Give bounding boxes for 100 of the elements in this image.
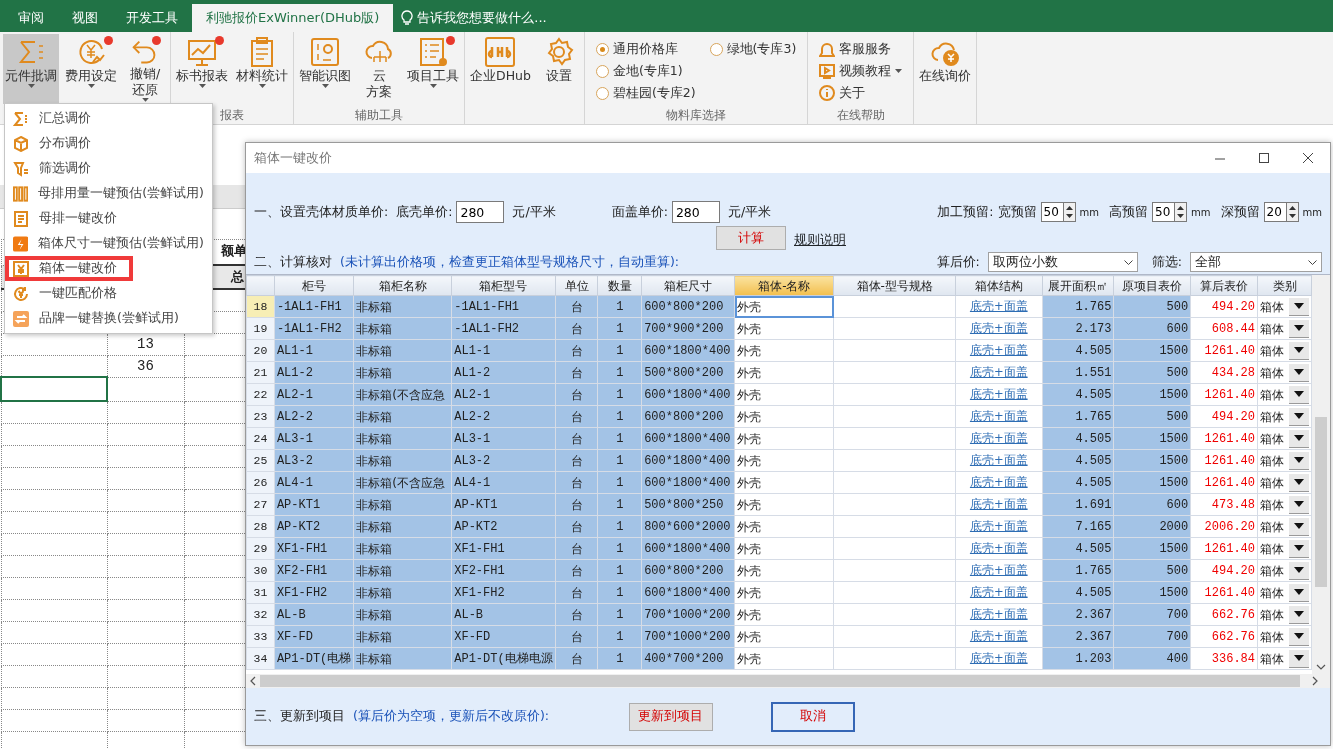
filter-select[interactable]: 全部 <box>1190 252 1322 272</box>
ribbon-button[interactable]: 元件批调 <box>3 34 59 104</box>
menu-item[interactable]: 箱体一键改价 <box>5 256 133 281</box>
spin-buttons[interactable] <box>1174 202 1188 222</box>
menu-item[interactable]: 筛选调价 <box>5 156 212 181</box>
vertical-scrollbar[interactable] <box>1312 275 1330 674</box>
row-number[interactable]: 34 <box>246 647 275 670</box>
column-header[interactable]: 展开面积㎡ <box>1042 275 1114 296</box>
column-header[interactable]: 箱体-名称 <box>734 275 834 296</box>
dropdown-button[interactable] <box>1289 539 1310 558</box>
menu-item[interactable]: 分布调价 <box>5 131 212 156</box>
row-number[interactable]: 31 <box>246 581 275 604</box>
spin-buttons[interactable] <box>1062 202 1076 222</box>
scroll-thumb[interactable] <box>1315 417 1327 587</box>
dropdown-button[interactable] <box>1289 385 1310 404</box>
ribbon-button[interactable]: 智能识图 <box>297 34 353 104</box>
dropdown-button[interactable] <box>1289 627 1310 646</box>
price-field[interactable]: 280 <box>671 201 720 223</box>
horizontal-scrollbar[interactable] <box>246 674 1330 688</box>
row-number[interactable]: 21 <box>246 361 275 384</box>
ribbon-button[interactable]: 材料统计 <box>234 34 290 104</box>
ribbon-tab[interactable]: 利驰报价ExWinner(DHub版) <box>192 4 394 32</box>
help-link[interactable]: 视频教程 <box>819 60 903 82</box>
column-header[interactable]: 数量 <box>597 275 642 296</box>
menu-item[interactable]: 一键匹配价格 <box>5 281 212 306</box>
dropdown-button[interactable] <box>1289 517 1310 536</box>
column-header[interactable]: 箱柜尺寸 <box>641 275 735 296</box>
row-number[interactable]: 18 <box>246 295 275 318</box>
dropdown-button[interactable] <box>1289 297 1310 316</box>
calculate-button[interactable]: 计算 <box>716 226 786 250</box>
row-number[interactable]: 29 <box>246 537 275 560</box>
search-prompt[interactable]: 告诉我您想要做什么... <box>417 4 547 32</box>
radio-option[interactable]: 绿地(专库3) <box>709 38 797 60</box>
row-number[interactable]: 28 <box>246 515 275 538</box>
row-number[interactable]: 19 <box>246 317 275 340</box>
dropdown-button[interactable] <box>1289 363 1310 382</box>
row-number[interactable]: 32 <box>246 603 275 626</box>
menu-item[interactable]: 母排用量一键预估(尝鲜试用) <box>5 181 212 206</box>
dropdown-button[interactable] <box>1289 649 1310 668</box>
row-number[interactable]: 30 <box>246 559 275 582</box>
row-number[interactable]: 23 <box>246 405 275 428</box>
help-link[interactable]: 客服服务 <box>819 38 903 60</box>
ribbon-tab[interactable]: 视图 <box>58 4 112 32</box>
table-cell: 494.20 <box>1190 559 1258 582</box>
dropdown-button[interactable] <box>1289 429 1310 448</box>
row-number[interactable]: 27 <box>246 493 275 516</box>
radio-option[interactable]: 碧桂园(专库2) <box>595 82 696 104</box>
row-number[interactable]: 25 <box>246 449 275 472</box>
price-field[interactable]: 280 <box>456 201 505 223</box>
ribbon-button[interactable]: 项目工具 <box>405 34 461 104</box>
menu-item[interactable]: 母排一键改价 <box>5 206 212 231</box>
ribbon-tab[interactable]: 审阅 <box>4 4 58 32</box>
menu-item[interactable]: 品牌一键替换(尝鲜试用) <box>5 306 212 331</box>
spin-buttons[interactable] <box>1285 202 1299 222</box>
dropdown-button[interactable] <box>1289 319 1310 338</box>
dropdown-button[interactable] <box>1289 473 1310 492</box>
column-header[interactable]: 单位 <box>555 275 598 296</box>
row-number[interactable]: 33 <box>246 625 275 648</box>
menu-item[interactable]: 汇总调价 <box>5 106 212 131</box>
ribbon-button[interactable]: 云 方案 <box>357 34 401 104</box>
ribbon-button[interactable]: 设置 <box>536 34 581 104</box>
rules-link[interactable]: 规则说明 <box>794 231 846 250</box>
close-icon[interactable] <box>1301 151 1315 165</box>
dropdown-button[interactable] <box>1289 495 1310 514</box>
row-number[interactable]: 26 <box>246 471 275 494</box>
scroll-down-icon[interactable] <box>1316 664 1326 670</box>
active-cell[interactable] <box>1 377 107 401</box>
row-number[interactable]: 22 <box>246 383 275 406</box>
row-number[interactable]: 20 <box>246 339 275 362</box>
number-field[interactable]: 20 <box>1263 202 1286 222</box>
ribbon-button[interactable]: 企业DHub <box>468 34 533 104</box>
number-field[interactable]: 50 <box>1040 202 1063 222</box>
help-link[interactable]: 关于 <box>819 82 903 104</box>
maximize-icon[interactable] <box>1257 151 1271 165</box>
dropdown-button[interactable] <box>1289 407 1310 426</box>
ribbon-button[interactable]: 标书报表 <box>174 34 230 104</box>
dialog-button[interactable]: 取消 <box>770 701 855 732</box>
column-header[interactable]: 箱体-型号规格 <box>834 275 956 296</box>
ribbon-tab[interactable]: 开发工具 <box>112 4 192 32</box>
radio-option[interactable]: 通用价格库 <box>595 38 696 60</box>
column-header[interactable]: 箱柜型号 <box>451 275 556 296</box>
number-field[interactable]: 50 <box>1152 202 1175 222</box>
dropdown-button[interactable] <box>1289 561 1310 580</box>
column-header[interactable]: 原项目表价 <box>1113 275 1191 296</box>
dropdown-button[interactable] <box>1289 583 1310 602</box>
radio-option[interactable]: 金地(专库1) <box>595 60 696 82</box>
column-header[interactable]: 柜号 <box>274 275 354 296</box>
row-number[interactable]: 24 <box>246 427 275 450</box>
ribbon-button[interactable]: 在线询价 <box>917 34 974 104</box>
dropdown-button[interactable] <box>1289 451 1310 470</box>
column-header[interactable]: 算后表价 <box>1190 275 1258 296</box>
scroll-thumb[interactable] <box>260 675 1300 687</box>
menu-item[interactable]: 箱体尺寸一键预估(尝鲜试用) <box>5 231 212 256</box>
rounding-select[interactable]: 取两位小数 <box>987 252 1138 272</box>
column-header[interactable]: 箱柜名称 <box>353 275 452 296</box>
dropdown-button[interactable] <box>1289 341 1310 360</box>
column-header[interactable]: 箱体结构 <box>955 275 1043 296</box>
dropdown-button[interactable] <box>1289 605 1310 624</box>
column-header[interactable]: 类别 <box>1257 275 1312 296</box>
dialog-button[interactable]: 更新到项目 <box>628 702 713 731</box>
